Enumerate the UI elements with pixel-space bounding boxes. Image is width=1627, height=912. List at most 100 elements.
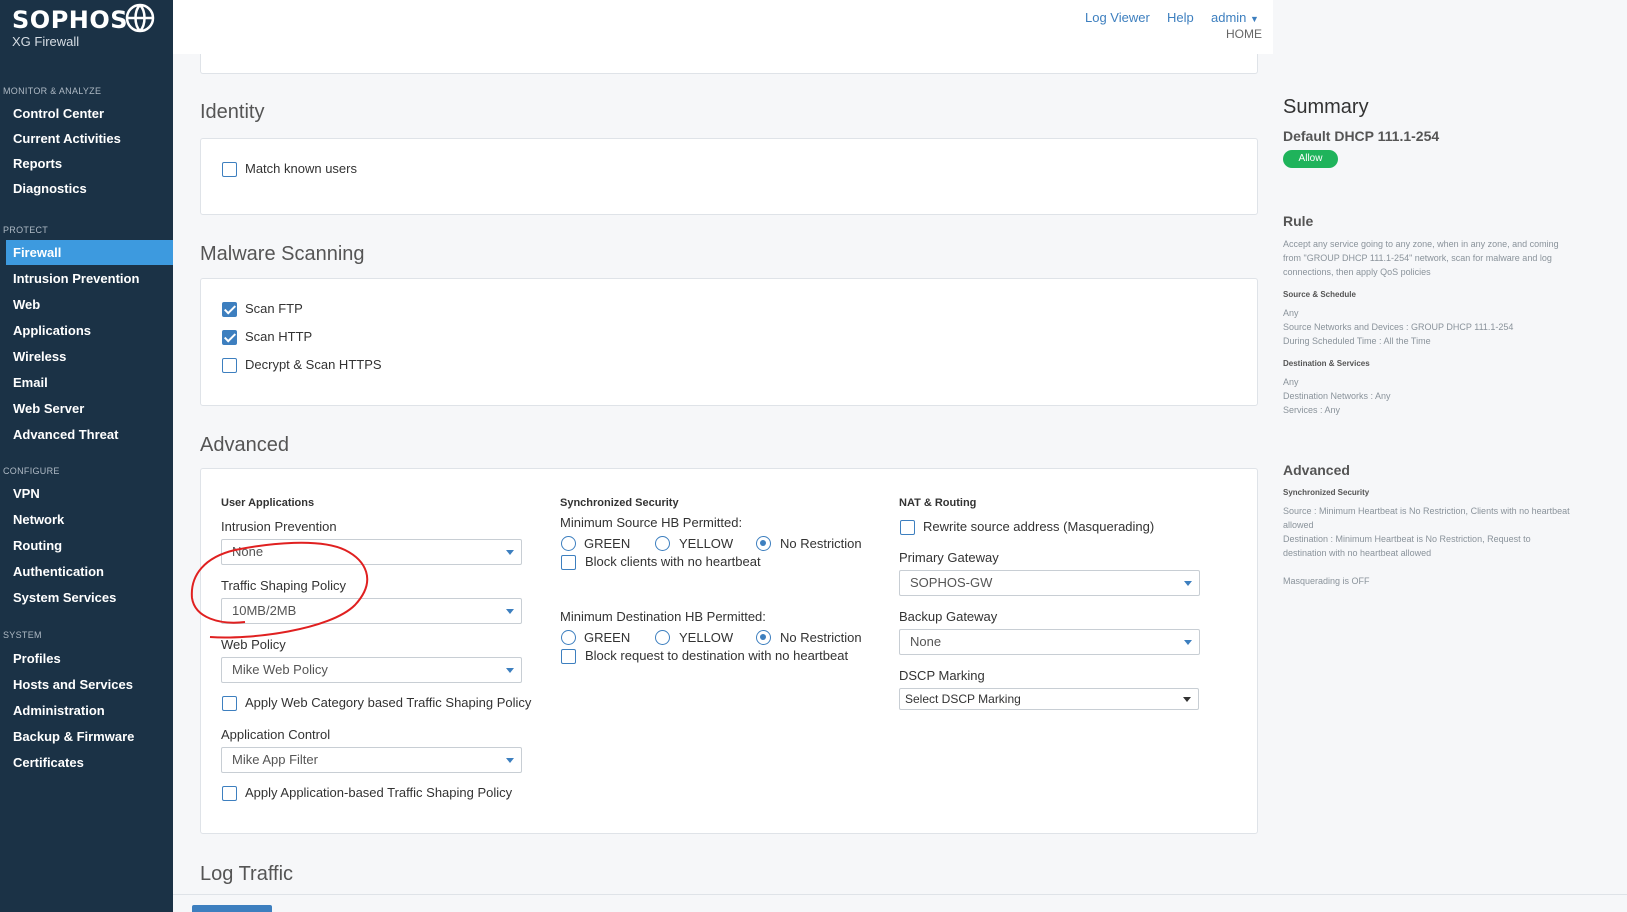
admin-menu[interactable]: admin ▼	[1211, 10, 1259, 25]
scan-ftp-checkbox[interactable]	[222, 302, 237, 317]
top-bar: Log Viewer Help admin ▼ HOME	[173, 0, 1273, 54]
dscp-label: DSCP Marking	[899, 668, 985, 683]
summary-title: Summary	[1283, 96, 1369, 118]
sidebar-item-authentication[interactable]: Authentication	[0, 559, 173, 584]
product-name: XG Firewall	[12, 34, 80, 49]
traffic-shaping-select[interactable]: 10MB/2MB	[221, 598, 522, 624]
sidebar-item-diagnostics[interactable]: Diagnostics	[0, 176, 173, 201]
sidebar-item-administration[interactable]: Administration	[0, 698, 173, 723]
decrypt-https-label: Decrypt & Scan HTTPS	[245, 357, 382, 372]
caret-down-icon	[506, 758, 514, 763]
block-clients-checkbox[interactable]	[561, 555, 576, 570]
src-green-label: GREEN	[584, 536, 631, 551]
summary-sync-heading: Synchronized Security	[1283, 488, 1370, 497]
app-control-value: Mike App Filter	[232, 752, 318, 767]
src-yellow-label: YELLOW	[679, 536, 734, 551]
summary-sync-source: Source : Minimum Heartbeat is No Restric…	[1283, 506, 1570, 530]
sidebar-item-backup-firmware[interactable]: Backup & Firmware	[0, 724, 173, 749]
summary-source-heading: Source & Schedule	[1283, 290, 1356, 299]
summary-rule-description: Accept any service going to any zone, wh…	[1283, 239, 1559, 277]
dscp-value: Select DSCP Marking	[905, 692, 1021, 706]
sidebar-item-network[interactable]: Network	[0, 507, 173, 532]
dst-green-label: GREEN	[584, 630, 631, 645]
src-green-radio[interactable]	[561, 536, 576, 551]
save-button[interactable]	[192, 905, 272, 912]
status-badge: Allow	[1283, 150, 1338, 168]
scan-http-label: Scan HTTP	[245, 329, 313, 344]
src-no-restriction-radio[interactable]	[756, 536, 771, 551]
dst-yellow-radio[interactable]	[655, 630, 670, 645]
sidebar-item-current-activities[interactable]: Current Activities	[0, 126, 173, 151]
caret-down-icon	[506, 668, 514, 673]
primary-gateway-select[interactable]: SOPHOS-GW	[899, 570, 1200, 596]
dst-yellow-label: YELLOW	[679, 630, 734, 645]
sidebar-item-control-center[interactable]: Control Center	[0, 101, 173, 126]
summary-dest-networks: Destination Networks : Any	[1283, 391, 1391, 401]
dscp-select[interactable]: Select DSCP Marking	[899, 688, 1199, 710]
summary-advanced-heading: Advanced	[1283, 462, 1350, 478]
app-control-select[interactable]: Mike App Filter	[221, 747, 522, 773]
traffic-shaping-label: Traffic Shaping Policy	[221, 578, 347, 593]
help-link[interactable]: Help	[1167, 10, 1194, 25]
masquerading-checkbox[interactable]	[900, 520, 915, 535]
block-dest-checkbox[interactable]	[561, 649, 576, 664]
sidebar-item-vpn[interactable]: VPN	[0, 481, 173, 506]
sidebar-item-web-server[interactable]: Web Server	[0, 396, 173, 421]
min-source-hb-label: Minimum Source HB Permitted:	[560, 515, 743, 530]
sidebar: SOPHOS XG Firewall MONITOR & ANALYZE Con…	[0, 0, 173, 912]
caret-down-icon	[506, 609, 514, 614]
match-known-users-checkbox[interactable]	[222, 162, 237, 177]
summary-rule-heading: Rule	[1283, 213, 1314, 229]
sidebar-item-web[interactable]: Web	[0, 292, 173, 317]
src-yellow-radio[interactable]	[655, 536, 670, 551]
web-policy-select[interactable]: Mike Web Policy	[221, 657, 522, 683]
summary-sync-dest: Destination : Minimum Heartbeat is No Re…	[1283, 534, 1531, 558]
caret-down-icon	[1184, 640, 1192, 645]
sidebar-item-intrusion-prevention[interactable]: Intrusion Prevention	[0, 266, 173, 291]
backup-gateway-label: Backup Gateway	[899, 609, 998, 624]
summary-rule-name: Default DHCP 111.1-254	[1283, 128, 1440, 144]
ips-value: None	[232, 544, 264, 559]
ips-label: Intrusion Prevention	[221, 519, 337, 534]
dst-no-restriction-radio[interactable]	[756, 630, 771, 645]
sidebar-item-firewall[interactable]: Firewall	[6, 240, 173, 265]
sidebar-item-hosts-and-services[interactable]: Hosts and Services	[0, 672, 173, 697]
summary-source-any: Any	[1283, 308, 1299, 318]
block-dest-label: Block request to destination with no hea…	[585, 648, 849, 663]
sidebar-item-routing[interactable]: Routing	[0, 533, 173, 558]
caret-down-icon	[1184, 581, 1192, 586]
sophos-logo[interactable]: SOPHOS XG Firewall	[12, 6, 128, 49]
min-dest-hb-label: Minimum Destination HB Permitted:	[560, 609, 766, 624]
admin-label: admin	[1211, 10, 1247, 25]
decrypt-https-checkbox[interactable]	[222, 358, 237, 373]
masquerading-label: Rewrite source address (Masquerading)	[923, 519, 1155, 534]
dst-green-radio[interactable]	[561, 630, 576, 645]
sidebar-item-profiles[interactable]: Profiles	[0, 646, 173, 671]
nav-section-monitor: MONITOR & ANALYZE	[3, 86, 102, 96]
scan-http-checkbox[interactable]	[222, 330, 237, 345]
app-shaping-checkbox[interactable]	[222, 786, 237, 801]
nat-routing-heading: NAT & Routing	[899, 497, 977, 509]
sidebar-item-system-services[interactable]: System Services	[0, 585, 173, 610]
log-viewer-link[interactable]: Log Viewer	[1085, 10, 1150, 25]
previous-panel-edge	[200, 54, 1258, 74]
web-shaping-checkbox[interactable]	[222, 696, 237, 711]
sidebar-item-email[interactable]: Email	[0, 370, 173, 395]
sidebar-item-reports[interactable]: Reports	[0, 151, 173, 176]
sync-security-heading: Synchronized Security	[560, 497, 679, 509]
sidebar-item-wireless[interactable]: Wireless	[0, 344, 173, 369]
scan-ftp-label: Scan FTP	[245, 301, 303, 316]
sidebar-item-certificates[interactable]: Certificates	[0, 750, 173, 775]
nav-section-configure: CONFIGURE	[3, 466, 60, 476]
summary-source-networks: Source Networks and Devices : GROUP DHCP…	[1283, 322, 1514, 332]
identity-title: Identity	[200, 101, 265, 123]
sidebar-item-advanced-threat[interactable]: Advanced Threat	[0, 422, 173, 447]
web-policy-label: Web Policy	[221, 637, 286, 652]
summary-dest-any: Any	[1283, 377, 1299, 387]
ips-select[interactable]: None	[221, 539, 522, 565]
app-control-label: Application Control	[221, 727, 331, 742]
home-label: HOME	[1226, 27, 1262, 41]
malware-title: Malware Scanning	[200, 243, 365, 265]
backup-gateway-select[interactable]: None	[899, 629, 1200, 655]
sidebar-item-applications[interactable]: Applications	[0, 318, 173, 343]
